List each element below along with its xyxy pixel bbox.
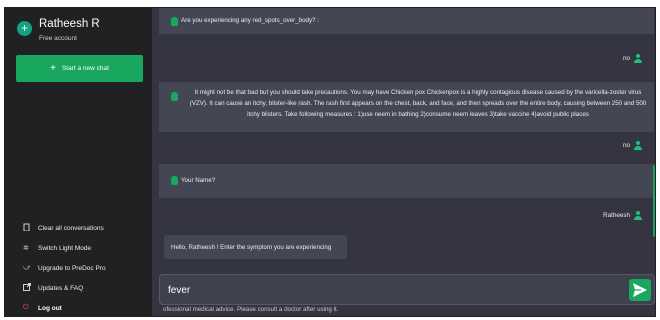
sidebar-item-updates-faq[interactable]: Updates & FAQ [23,278,106,298]
plus-avatar-icon: + [17,21,32,36]
sidebar-item-clear-conversations[interactable]: Clear all conversations [23,218,106,238]
message-text: no [622,55,630,62]
sidebar-menu: Clear all conversations ✲ Switch Light M… [23,218,106,316]
user-icon [634,211,642,220]
message-text: Your Name? [181,177,216,184]
user-message: no [159,132,654,164]
sidebar-item-upgrade[interactable]: ⤻ Upgrade to PreDoc Pro [23,258,106,278]
new-chat-button[interactable]: + Start a new chat [16,55,143,82]
power-icon: ⏻ [23,304,29,311]
bot-message: Hello, Ratheesh ! Enter the symptom you … [164,235,347,259]
message-input-box [159,274,655,305]
message-text: Hello, Ratheesh ! Enter the symptom you … [171,244,332,251]
chat-panel: Are you experiencing any red_spots_over_… [152,8,655,316]
symptom-input[interactable] [168,281,608,299]
message-text: no [622,142,630,149]
user-profile: + Ratheesh R Free account [17,17,100,42]
sun-icon: ✲ [23,245,29,252]
bot-message: Your Name? [159,164,654,198]
user-message: no [159,34,654,82]
sidebar-item-logout[interactable]: ⏻ Log out [23,298,106,316]
sidebar-item-label: Updates & FAQ [38,284,84,292]
send-icon [633,283,647,297]
disclaimer-text: ofessional medical advice. Please consul… [163,306,339,313]
message-text: Ratheesh [603,212,630,219]
message-text: Are you experiencing any red_spots_over_… [181,17,319,24]
scrollbar-thumb[interactable] [653,165,655,237]
sidebar-item-label: Upgrade to PreDoc Pro [38,264,106,272]
sidebar-item-label: Switch Light Mode [38,244,92,252]
sidebar-item-label: Log out [38,304,62,312]
sidebar-item-label: Clear all conversations [38,224,104,232]
new-chat-label: Start a new chat [61,65,109,72]
user-icon [634,141,642,150]
upgrade-icon: ⤻ [23,264,31,271]
bot-icon [171,176,178,185]
send-button[interactable] [629,279,651,301]
bot-icon [171,92,178,101]
bot-message: Are you experiencing any red_spots_over_… [159,8,654,34]
account-plan: Free account [39,35,77,42]
plus-icon: + [50,62,56,74]
bot-icon [171,17,178,26]
sidebar-item-light-mode[interactable]: ✲ Switch Light Mode [23,238,106,258]
sidebar: + Ratheesh R Free account + Start a new … [5,8,152,316]
user-name: Ratheesh R [39,18,100,30]
external-link-icon [23,283,35,293]
bot-message: It might not be that bad but you should … [159,82,654,132]
trash-icon [23,223,35,233]
user-message: Ratheesh [159,198,654,232]
user-icon [634,54,642,63]
message-text: It might not be that bad but you should … [189,89,647,118]
app-window: + Ratheesh R Free account + Start a new … [4,7,656,317]
